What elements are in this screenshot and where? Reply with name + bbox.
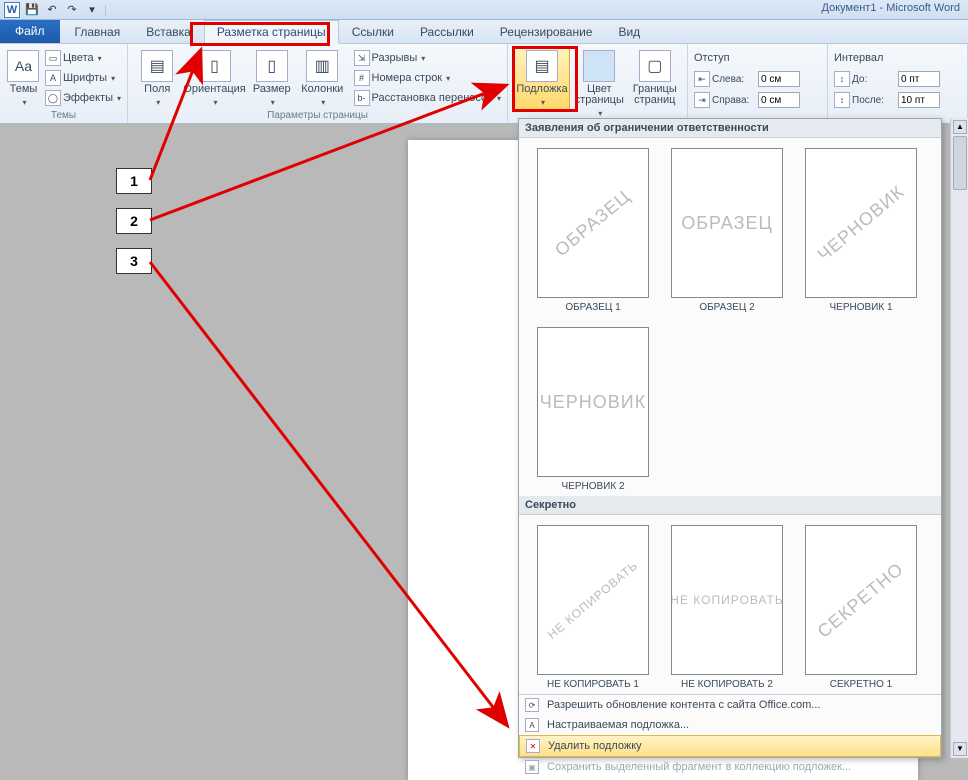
save-icon[interactable]: 💾 — [24, 2, 40, 18]
font-icon: A — [45, 70, 61, 86]
ribbon-tab-strip: Файл Главная Вставка Разметка страницы С… — [0, 20, 968, 44]
gallery-remove-watermark[interactable]: ✕Удалить подложку — [519, 735, 941, 757]
thumb-nocopy-2[interactable]: НЕ КОПИРОВАТЬНЕ КОПИРОВАТЬ 2 — [667, 525, 787, 690]
thumb-draft-1[interactable]: ЧЕРНОВИКЧЕРНОВИК 1 — [801, 148, 921, 313]
orientation-button[interactable]: ▯Ориентация▾ — [185, 46, 245, 108]
effects-icon: ◯ — [45, 90, 61, 106]
space-after-input[interactable] — [898, 92, 940, 108]
margins-icon: ▤ — [141, 50, 173, 82]
space-after-icon: ↕ — [834, 92, 850, 108]
gallery-scrollbar[interactable]: ▲ ▼ — [950, 118, 968, 758]
gallery-section-disclaimers: Заявления об ограничении ответственности — [519, 119, 941, 138]
tab-insert[interactable]: Вставка — [133, 20, 204, 43]
theme-effects-button[interactable]: ◯Эффекты▾ — [45, 88, 121, 108]
watermark-gallery: Заявления об ограничении ответственности… — [518, 118, 942, 758]
spacing-header: Интервал — [834, 48, 940, 68]
tab-references[interactable]: Ссылки — [339, 20, 407, 43]
gallery-thumbs-disclaimers: ОБРАЗЕЦОБРАЗЕЦ 1 ОБРАЗЕЦОБРАЗЕЦ 2 ЧЕРНОВ… — [519, 138, 941, 496]
annotation-1: 1 — [116, 168, 152, 194]
tab-review[interactable]: Рецензирование — [487, 20, 606, 43]
indent-right-icon: ⇥ — [694, 92, 710, 108]
columns-button[interactable]: ▥Колонки▾ — [299, 46, 346, 108]
watermark-icon: ▤ — [526, 50, 558, 82]
thumb-sample-1[interactable]: ОБРАЗЕЦОБРАЗЕЦ 1 — [533, 148, 653, 313]
ribbon: Aa Темы ▾ ▭Цвета▾ AШрифты▾ ◯Эффекты▾ Тем… — [0, 44, 968, 124]
themes-button[interactable]: Aa Темы ▾ — [6, 46, 41, 108]
annotation-2: 2 — [116, 208, 152, 234]
line-numbers-icon: # — [354, 70, 370, 86]
globe-icon: ⟳ — [525, 698, 539, 712]
breaks-icon: ⇲ — [354, 50, 370, 66]
size-button[interactable]: ▯Размер▾ — [249, 46, 296, 108]
quick-access-toolbar: W 💾 ↶ ↷ ▾ | — [4, 2, 107, 18]
window-title: Документ1 - Microsoft Word — [822, 2, 960, 14]
thumb-secret-1[interactable]: СЕКРЕТНОСЕКРЕТНО 1 — [801, 525, 921, 690]
themes-label: Темы — [10, 84, 38, 95]
qat-dropdown-icon[interactable]: ▾ — [84, 2, 100, 18]
thumb-draft-2[interactable]: ЧЕРНОВИКЧЕРНОВИК 2 — [533, 327, 653, 492]
page-color-icon — [583, 50, 615, 82]
annotation-3: 3 — [116, 248, 152, 274]
size-icon: ▯ — [256, 50, 288, 82]
indent-right-input[interactable] — [758, 92, 800, 108]
thumb-nocopy-1[interactable]: НЕ КОПИРОВАТЬНЕ КОПИРОВАТЬ 1 — [533, 525, 653, 690]
watermark-button[interactable]: ▤Подложка▾ — [514, 46, 570, 111]
margins-button[interactable]: ▤Поля▾ — [134, 46, 181, 108]
palette-icon: ▭ — [45, 50, 61, 66]
tab-file[interactable]: Файл — [0, 18, 60, 43]
scroll-up-icon[interactable]: ▲ — [953, 120, 967, 134]
remove-icon: ✕ — [526, 739, 540, 753]
gallery-footer: ⟳Разрешить обновление контента с сайта O… — [519, 694, 941, 777]
line-numbers-button[interactable]: #Номера строк▾ — [354, 68, 502, 88]
tab-view[interactable]: Вид — [605, 20, 653, 43]
group-page-setup-label: Параметры страницы — [134, 109, 501, 123]
scroll-thumb[interactable] — [953, 136, 967, 190]
tab-page-layout[interactable]: Разметка страницы — [204, 20, 339, 44]
hyphenation-icon: b- — [354, 90, 370, 106]
tab-mailings[interactable]: Рассылки — [407, 20, 487, 43]
gallery-section-confidential: Секретно — [519, 496, 941, 515]
thumb-sample-2[interactable]: ОБРАЗЕЦОБРАЗЕЦ 2 — [667, 148, 787, 313]
indent-header: Отступ — [694, 48, 800, 68]
indent-left-icon: ⇤ — [694, 71, 710, 87]
space-before-icon: ↕ — [834, 71, 850, 87]
gallery-save-selection: ▣Сохранить выделенный фрагмент в коллекц… — [519, 757, 941, 777]
undo-icon[interactable]: ↶ — [44, 2, 60, 18]
page-color-button[interactable]: Цвет страницы▾ — [574, 46, 625, 119]
gallery-custom-watermark[interactable]: AНастраиваемая подложка... — [519, 715, 941, 735]
theme-colors-button[interactable]: ▭Цвета▾ — [45, 48, 121, 68]
save-selection-icon: ▣ — [525, 760, 539, 774]
themes-icon: Aa — [7, 50, 39, 82]
hyphenation-button[interactable]: b-Расстановка переносов▾ — [354, 88, 502, 108]
page-borders-icon: ▢ — [639, 50, 671, 82]
title-bar: W 💾 ↶ ↷ ▾ | Документ1 - Microsoft Word — [0, 0, 968, 20]
custom-icon: A — [525, 718, 539, 732]
gallery-thumbs-confidential: НЕ КОПИРОВАТЬНЕ КОПИРОВАТЬ 1 НЕ КОПИРОВА… — [519, 515, 941, 694]
space-before-input[interactable] — [898, 71, 940, 87]
group-themes-label: Темы — [6, 109, 121, 123]
tab-home[interactable]: Главная — [62, 20, 134, 43]
scroll-down-icon[interactable]: ▼ — [953, 742, 967, 756]
redo-icon[interactable]: ↷ — [64, 2, 80, 18]
indent-left-input[interactable] — [758, 71, 800, 87]
columns-icon: ▥ — [306, 50, 338, 82]
breaks-button[interactable]: ⇲Разрывы▾ — [354, 48, 502, 68]
page-borders-button[interactable]: ▢Границы страниц — [629, 46, 681, 106]
theme-fonts-button[interactable]: AШрифты▾ — [45, 68, 121, 88]
gallery-office-update[interactable]: ⟳Разрешить обновление контента с сайта O… — [519, 695, 941, 715]
word-app-icon[interactable]: W — [4, 2, 20, 18]
orientation-icon: ▯ — [199, 50, 231, 82]
